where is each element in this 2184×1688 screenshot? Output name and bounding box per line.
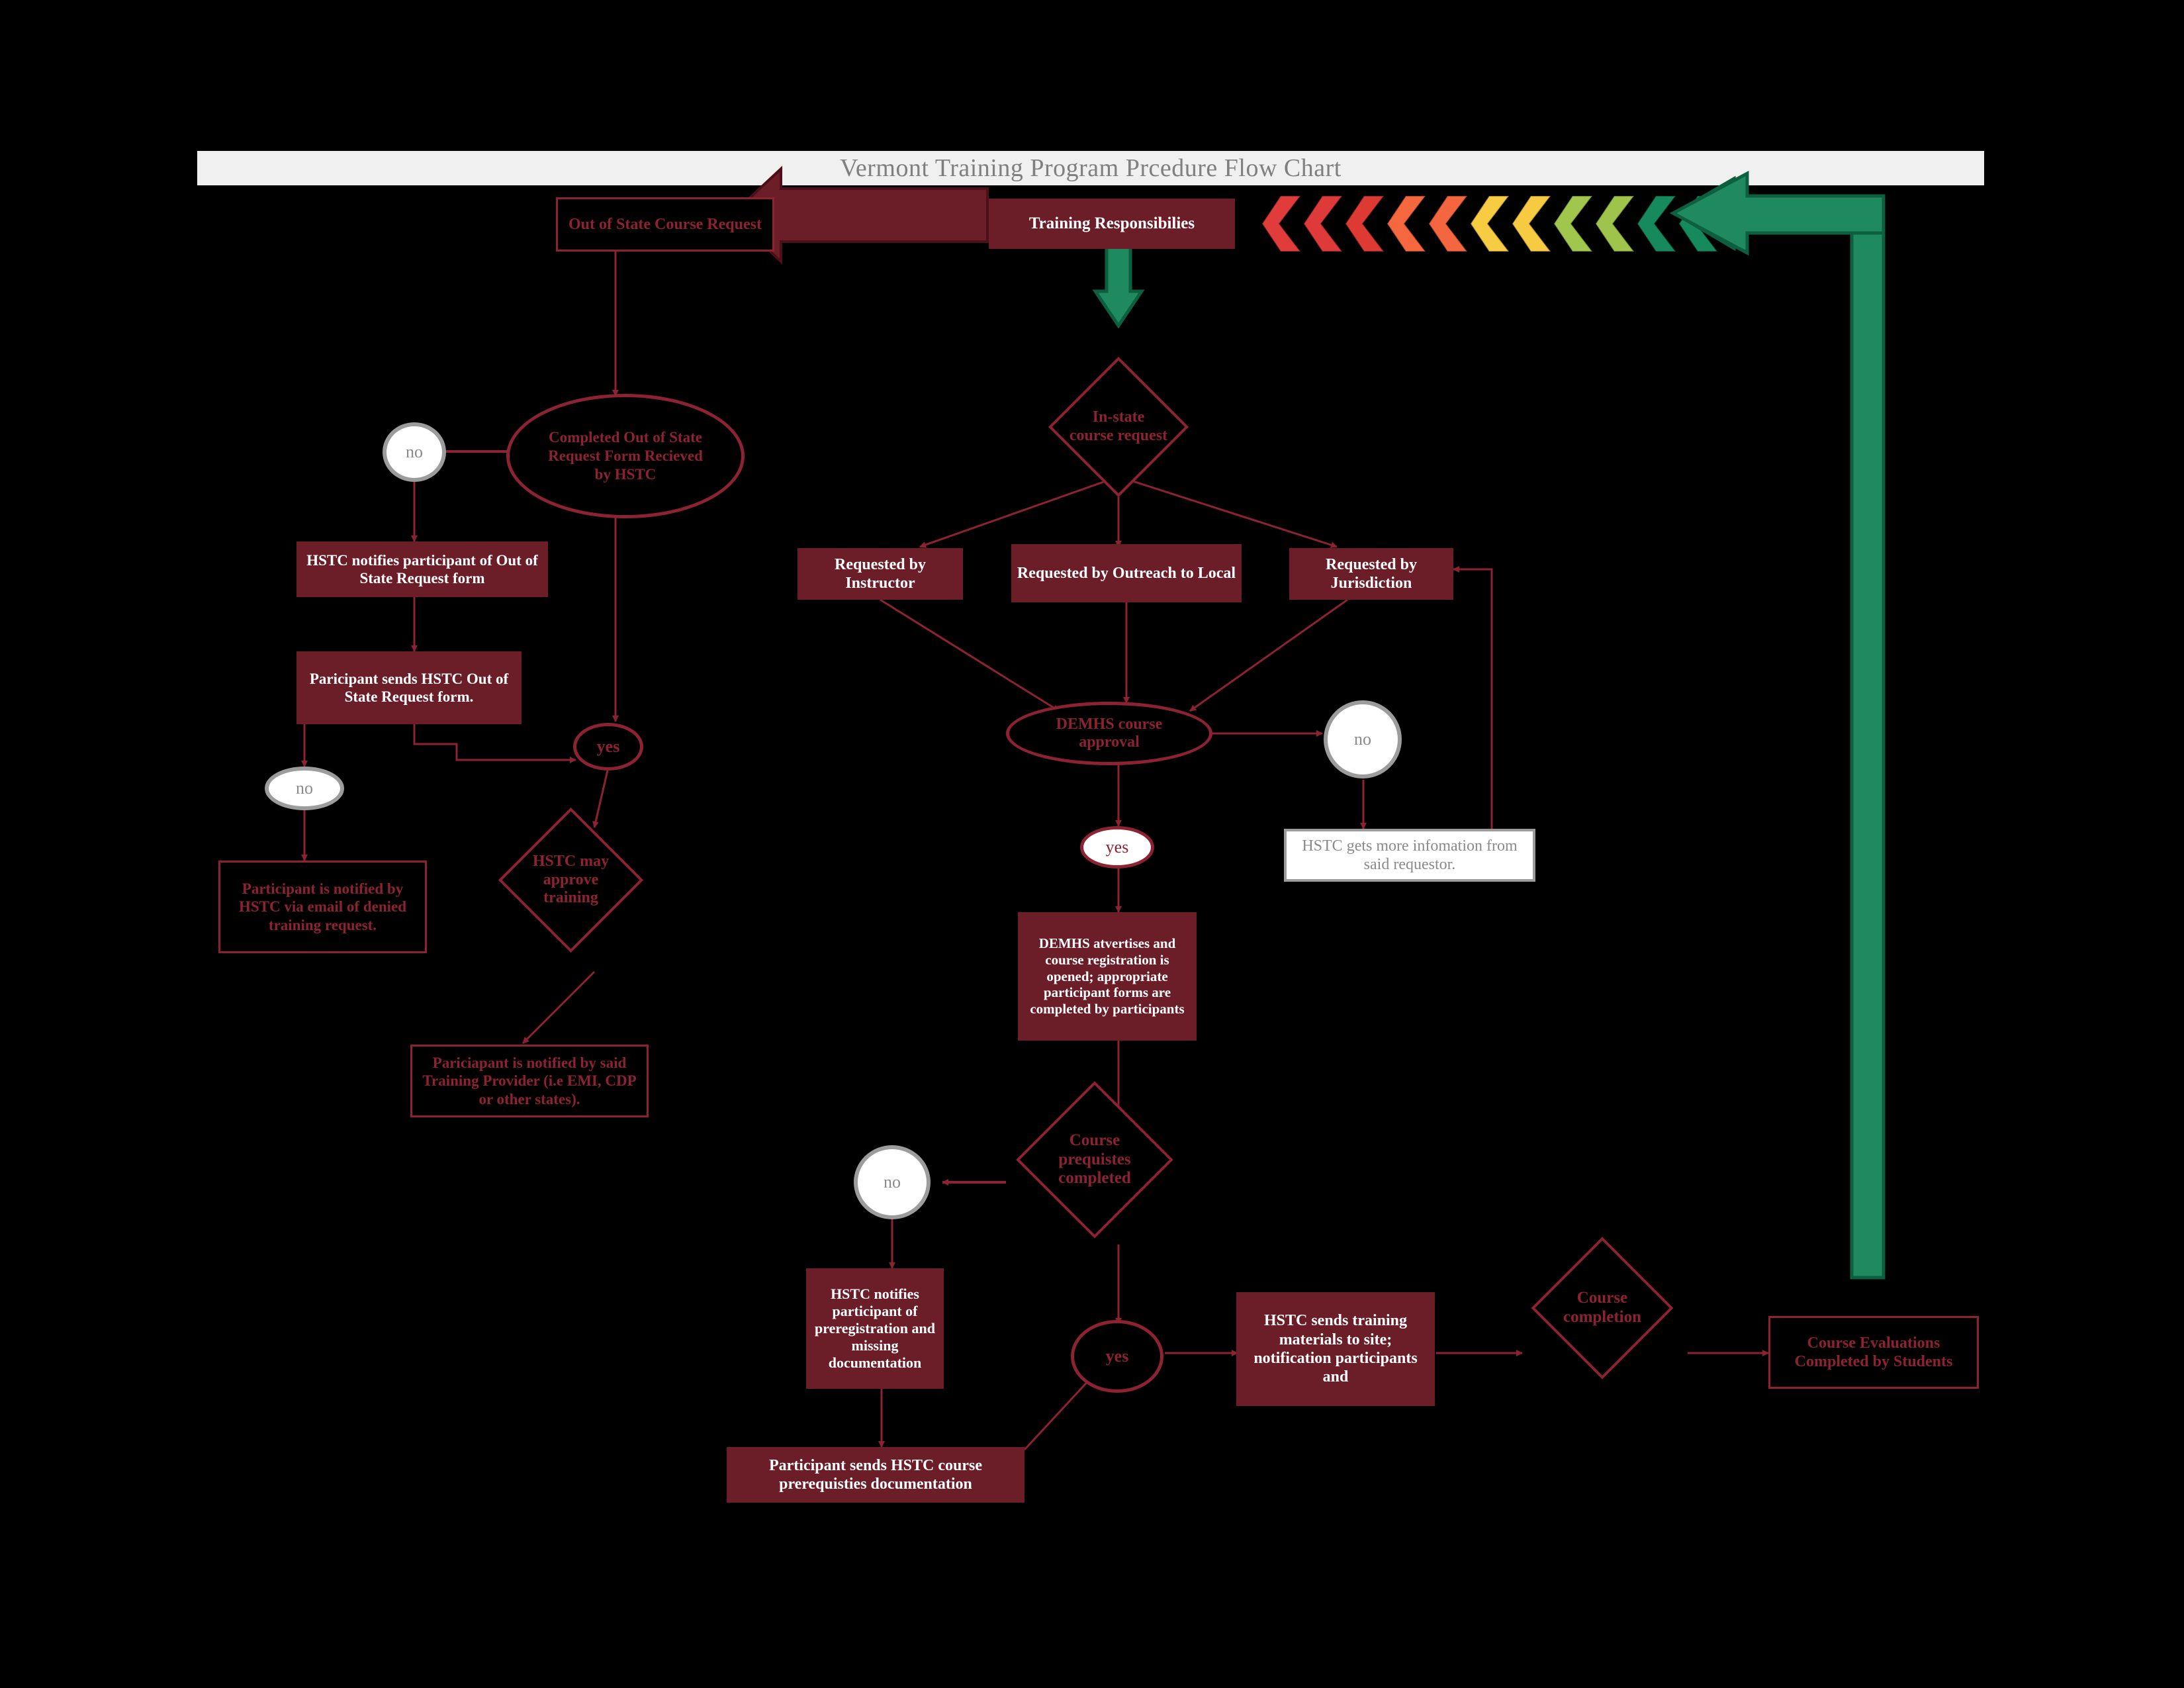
node-demhs-advertises[interactable]: DEMHS atvertises and course registration…	[1018, 912, 1197, 1041]
chevron-arrow-5	[1428, 195, 1469, 253]
node-decision-no-3[interactable]: no	[1324, 700, 1402, 778]
node-hstc-sends-training-materials[interactable]: HSTC sends training materials to site; n…	[1236, 1292, 1435, 1406]
chevron-arrow-11	[1678, 195, 1719, 253]
node-training-responsibilities[interactable]: Training Responsibilies	[989, 199, 1235, 249]
node-out-of-state-course-request[interactable]: Out of State Course Request	[556, 197, 774, 252]
node-decision-yes-2[interactable]: yes	[1080, 826, 1154, 868]
node-decision-yes-1[interactable]: yes	[573, 723, 643, 771]
node-demhs-course-approval[interactable]: DEMHS course approval	[1006, 702, 1212, 765]
chevron-arrow-2	[1302, 195, 1343, 253]
diamond-label: Course completion	[1563, 1289, 1642, 1326]
chevron-arrow-9	[1594, 195, 1635, 253]
node-decision-no-1[interactable]: no	[383, 422, 446, 482]
chart-title-bar: Vermont Training Program Prcedure Flow C…	[197, 151, 1984, 185]
node-participant-denied-training[interactable]: Participant is notified by HSTC via emai…	[218, 861, 427, 953]
node-decision-no-2[interactable]: no	[265, 767, 344, 810]
node-hstc-notifies-oos-form[interactable]: HSTC notifies participant of Out of Stat…	[296, 541, 548, 597]
node-hstc-may-approve-training[interactable]: HSTC may approve training	[498, 807, 644, 953]
diamond-label: HSTC may approve training	[532, 853, 610, 907]
node-hstc-notifies-preregistration[interactable]: HSTC notifies participant of preregistra…	[806, 1268, 944, 1389]
page-title: Vermont Training Program Prcedure Flow C…	[840, 154, 1342, 182]
node-completed-oos-form[interactable]: Completed Out of State Request Form Reci…	[506, 394, 745, 518]
flowchart-canvas: Vermont Training Program Prcedure Flow C…	[0, 0, 2184, 1688]
node-decision-no-4[interactable]: no	[854, 1145, 931, 1219]
chevron-arrow-10	[1636, 195, 1677, 253]
node-course-prerequisites-completed[interactable]: Course prequistes completed	[1016, 1081, 1173, 1239]
node-hstc-gets-more-info[interactable]: HSTC gets more infomation from said requ…	[1284, 829, 1535, 882]
chevron-arrow-4	[1386, 195, 1427, 253]
node-course-completion[interactable]: Course completion	[1531, 1237, 1674, 1380]
diamond-label: Course prequistes completed	[1058, 1131, 1131, 1188]
node-in-state-course-request[interactable]: In-state course request	[1048, 356, 1189, 498]
chevron-arrow-8	[1553, 195, 1594, 253]
node-paricipant-sends-oos-form[interactable]: Paricipant sends HSTC Out of State Reque…	[296, 651, 522, 724]
node-course-evaluations[interactable]: Course Evaluations Completed by Students	[1768, 1316, 1979, 1389]
diamond-label: In-state course request	[1069, 408, 1168, 444]
chevron-arrow-3	[1344, 195, 1385, 253]
node-participant-sends-prerequisites[interactable]: Participant sends HSTC course prerequist…	[727, 1447, 1024, 1503]
node-pariciapant-notified-provider[interactable]: Pariciapant is notified by said Training…	[410, 1045, 649, 1117]
node-requested-by-outreach[interactable]: Requested by Outreach to Local	[1011, 544, 1242, 602]
chevron-arrow-7	[1511, 195, 1552, 253]
node-requested-by-jurisdiction[interactable]: Requested by Jurisdiction	[1289, 548, 1453, 600]
chevron-arrow-6	[1469, 195, 1510, 253]
chevron-arrow-1	[1261, 195, 1302, 253]
node-decision-yes-3[interactable]: yes	[1071, 1320, 1163, 1393]
node-requested-by-instructor[interactable]: Requested by Instructor	[797, 548, 963, 600]
